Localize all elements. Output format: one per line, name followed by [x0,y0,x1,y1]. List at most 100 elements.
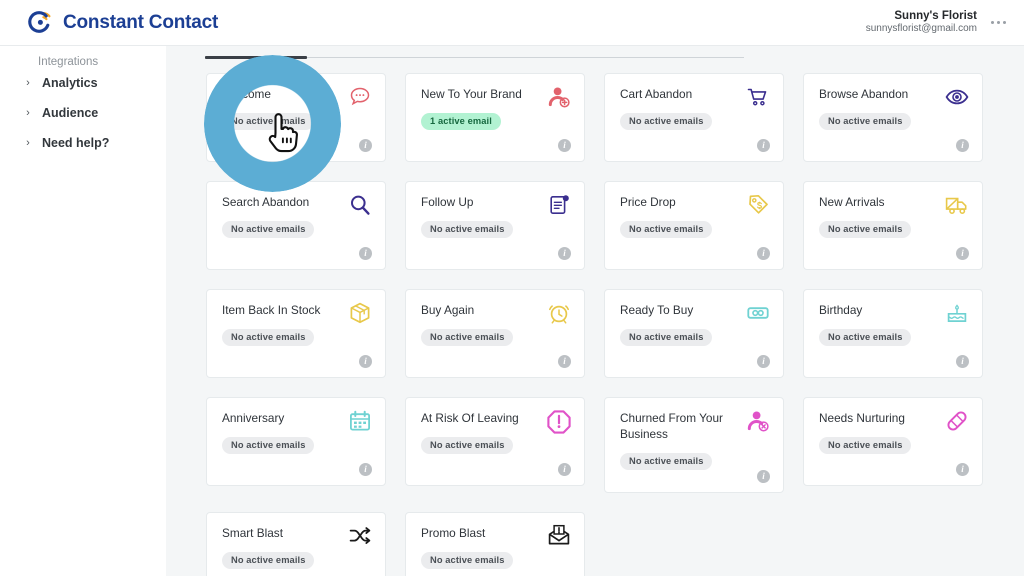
status-badge: No active emails [819,436,912,454]
automation-card[interactable]: Welcome No active emails i [206,73,386,162]
status-badge: No active emails [421,220,514,238]
card-title: Ready To Buy [620,303,694,317]
sidebar-item-label: Need help? [42,136,110,150]
account-name-label: Sunny's Florist [894,10,977,23]
card-title: New Arrivals [819,195,885,209]
automation-card[interactable]: Buy Again No active emails i [405,289,585,378]
package-box-icon [347,300,373,326]
info-icon[interactable]: i [558,139,571,152]
status-badge: No active emails [222,112,315,130]
automation-card[interactable]: Cart Abandon No active emails i [604,73,784,162]
info-icon[interactable]: i [359,247,372,260]
chevron-right-icon: › [26,136,30,149]
delivery-truck-icon [944,192,970,218]
tab-active-indicator [205,56,307,59]
card-title: Needs Nurturing [819,411,905,425]
sidebar-item-analytics[interactable]: › Analytics [0,68,166,98]
chat-bubble-icon [347,84,373,110]
card-title: New To Your Brand [421,87,522,101]
automation-card[interactable]: Browse Abandon No active emails i [803,73,983,162]
automation-card-grid: Welcome No active emails i New To Your Bran… [166,59,1024,576]
card-title: Price Drop [620,195,676,209]
chevron-right-icon: › [26,106,30,119]
card-title: Buy Again [421,303,475,317]
card-title: Item Back In Stock [222,303,321,317]
magnifier-icon [347,192,373,218]
info-icon[interactable]: i [956,247,969,260]
card-title: Welcome [222,87,271,101]
status-badge: No active emails [620,112,713,130]
sidebar-item-label: Analytics [42,76,98,90]
automation-card[interactable]: Churned From Your Business No active emai… [604,397,784,493]
constant-contact-swirl-logo-icon [26,9,54,37]
card-title: Birthday [819,303,863,317]
status-badge: No active emails [421,551,514,569]
shopping-cart-icon [745,84,771,110]
info-icon[interactable]: i [757,355,770,368]
price-tag-icon [745,192,771,218]
eye-icon [944,84,970,110]
status-badge: No active emails [819,112,912,130]
automation-card[interactable]: Smart BlastNo active emailsi [206,512,386,576]
status-badge: No active emails [819,328,912,346]
card-title: Search Abandon [222,195,310,209]
status-badge: No active emails [620,452,713,470]
top-header-bar: Constant Contact Sunny's Florist sunnysf… [0,0,1024,46]
info-icon[interactable]: i [757,139,770,152]
birthday-cake-icon [944,300,970,326]
kebab-menu-icon[interactable] [991,21,1006,24]
info-icon[interactable]: i [558,247,571,260]
account-area: Sunny's Florist sunnysflorist@gmail.com [866,9,1024,36]
automation-card[interactable]: Anniversary No active emails i [206,397,386,486]
card-title: At Risk Of Leaving [421,411,519,425]
info-icon[interactable]: i [359,355,372,368]
info-icon[interactable]: i [956,355,969,368]
status-badge: No active emails [222,328,315,346]
status-badge: No active emails [222,436,315,454]
status-badge: No active emails [421,328,514,346]
document-notify-icon [546,192,572,218]
automation-card[interactable]: Item Back In Stock No active emails i [206,289,386,378]
card-title: Promo Blast [421,526,486,540]
automation-card[interactable]: Search Abandon No active emails i [206,181,386,270]
sidebar-item-audience[interactable]: › Audience [0,98,166,128]
sidebar-item-list: › Analytics › Audience › Need help? [0,68,166,158]
wallet-card-icon [745,300,771,326]
automation-card[interactable]: New To Your Brand 1 active email i [405,73,585,162]
automation-card[interactable]: Ready To Buy No active emails i [604,289,784,378]
automation-card[interactable]: Promo BlastNo active emailsi [405,512,585,576]
info-icon[interactable]: i [558,355,571,368]
account-text: Sunny's Florist sunnysflorist@gmail.com [866,9,977,36]
card-title: Churned From Your Business [620,411,723,441]
info-icon[interactable]: i [956,139,969,152]
info-icon[interactable]: i [757,247,770,260]
bandage-icon [944,408,970,434]
left-sidebar: Integrations › Analytics › Audience › Need he… [0,46,166,576]
sidebar-item-label: Audience [42,106,99,120]
application-window: Constant Contact Sunny's Florist sunnysf… [0,0,1024,576]
automation-card[interactable]: Birthday No active emails i [803,289,983,378]
automation-card[interactable]: Needs Nurturing No active emails i [803,397,983,486]
sidebar-item-need-help[interactable]: › Need help? [0,128,166,158]
account-email-label: sunnysflorist@gmail.com [865,23,977,35]
card-title: Smart Blast [222,526,283,540]
brand-name-label: Constant Contact [63,11,219,33]
automation-card[interactable]: Follow Up No active emails i [405,181,585,270]
brand-logo-area[interactable]: Constant Contact [0,9,218,37]
info-icon[interactable]: i [558,463,571,476]
remove-person-icon [745,408,771,434]
status-badge: 1 active email [421,112,501,130]
tab-strip [166,46,1024,59]
info-icon[interactable]: i [956,463,969,476]
card-title: Follow Up [421,195,474,209]
automation-card[interactable]: Price Drop No active emails i [604,181,784,270]
info-icon[interactable]: i [359,139,372,152]
status-badge: No active emails [620,220,713,238]
sidebar-section-integrations[interactable]: Integrations [0,50,166,68]
card-title: Browse Abandon [819,87,909,101]
status-badge: No active emails [819,220,912,238]
info-icon[interactable]: i [757,470,770,483]
automation-card[interactable]: New Arrivals No active emails i [803,181,983,270]
info-icon[interactable]: i [359,463,372,476]
automation-card[interactable]: At Risk Of Leaving No active emails i [405,397,585,486]
